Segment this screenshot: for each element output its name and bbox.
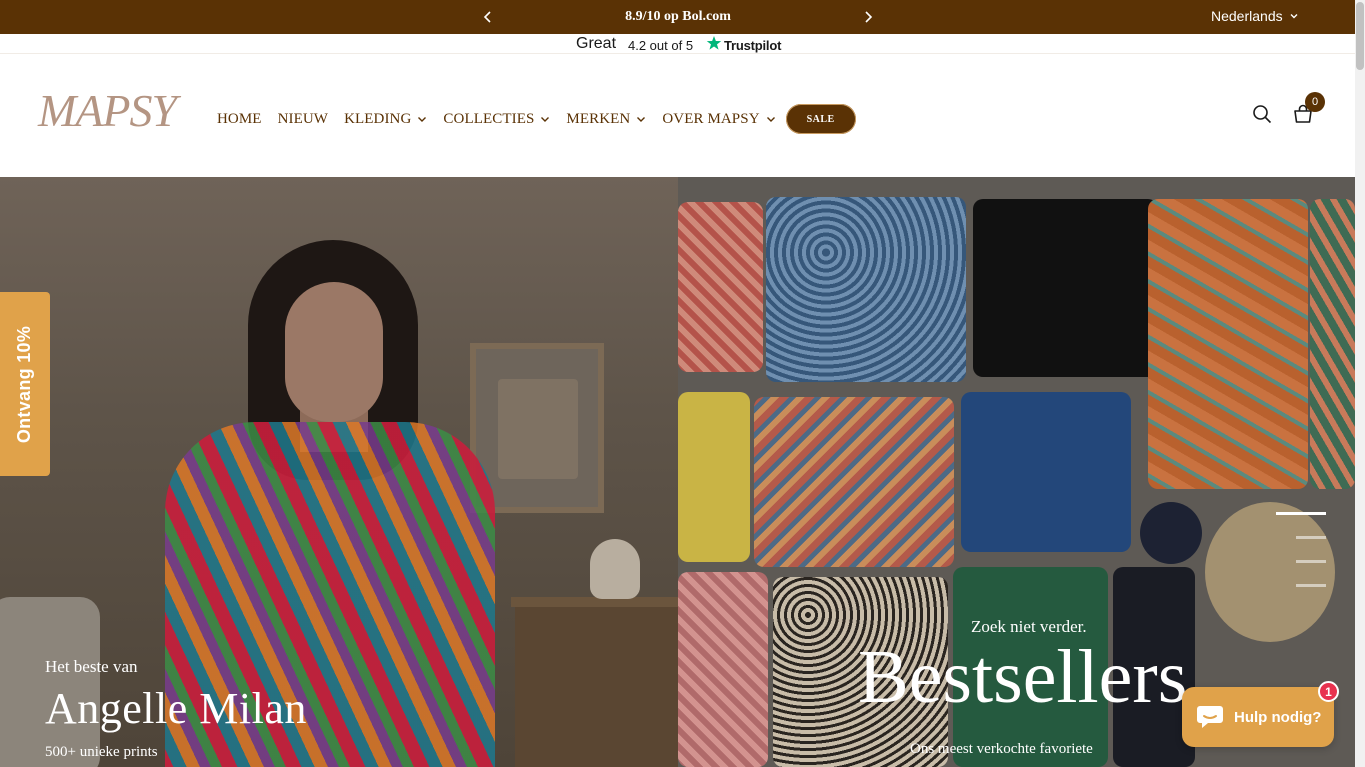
main-navigation: HOME NIEUW KLEDING COLLECTIES MERKEN OVE…	[217, 104, 856, 134]
hero-left-subtitle: 500+ unieke prints	[45, 744, 158, 760]
garment-hat-navy	[1140, 502, 1202, 564]
chevron-down-icon	[1290, 14, 1298, 19]
garment-floral-cardigan	[754, 397, 954, 567]
discount-tab-label: Ontvang 10%	[14, 325, 35, 443]
nav-item-collecties[interactable]: COLLECTIES	[443, 111, 550, 128]
slide-dot[interactable]	[1296, 536, 1326, 539]
nav-item-over-mapsy[interactable]: OVER MAPSY	[662, 111, 775, 128]
slide-dot[interactable]	[1296, 560, 1326, 563]
trustpilot-widget[interactable]: Great 4.2 out of 5 Trustpilot	[0, 34, 1355, 54]
next-announcement-button[interactable]	[859, 8, 877, 26]
help-chat-button[interactable]: Hulp nodig?	[1182, 687, 1334, 747]
slide-dot[interactable]	[1276, 512, 1326, 515]
announcement-bar: 8.9/10 op Bol.com Nederlands	[0, 0, 1355, 34]
search-icon[interactable]	[1252, 104, 1272, 124]
nav-item-kleding[interactable]: KLEDING	[344, 111, 427, 128]
side-table-decor	[511, 597, 678, 767]
garment-pink-tee	[678, 572, 768, 767]
trustpilot-score: 4.2 out of 5	[628, 38, 694, 53]
hero-right-subtitle: Ons meest verkochte favoriete	[910, 741, 1093, 757]
nav-item-label: KLEDING	[344, 110, 412, 127]
site-header: MAPSY HOME NIEUW KLEDING COLLECTIES MERK…	[0, 54, 1355, 177]
chevron-right-icon	[865, 11, 873, 23]
hero-caption-left: Het beste van Angelle Milan 500+ unieke …	[45, 657, 307, 761]
language-label: Nederlands	[1211, 8, 1283, 24]
hero-left-eyebrow: Het beste van	[45, 657, 138, 676]
garment-black-tee	[973, 199, 1158, 377]
trustpilot-star-icon	[706, 36, 722, 50]
chevron-down-icon	[766, 117, 775, 122]
chevron-down-icon	[418, 117, 427, 122]
nav-item-label: HOME	[217, 110, 262, 127]
nav-item-nieuw[interactable]: NIEUW	[278, 111, 328, 128]
chevron-down-icon	[637, 117, 646, 122]
vase-decor	[590, 539, 640, 599]
nav-item-label: MERKEN	[566, 110, 631, 127]
hero-left-title[interactable]: Angelle Milan	[45, 683, 307, 734]
garment-green-print-edge	[1310, 199, 1355, 489]
site-logo[interactable]: MAPSY	[38, 88, 177, 134]
hero-right-title[interactable]: Bestsellers	[858, 639, 1187, 715]
slide-dot[interactable]	[1296, 584, 1326, 587]
nav-item-label: OVER MAPSY	[662, 110, 760, 127]
cart-count-badge: 0	[1305, 92, 1325, 112]
slideshow-pagination	[1276, 512, 1326, 608]
chevron-down-icon	[541, 117, 550, 122]
help-chat-label: Hulp nodig?	[1234, 708, 1322, 726]
announcement-message[interactable]: 8.9/10 op Bol.com	[560, 9, 796, 25]
hero-slideshow: Het beste van Angelle Milan 500+ unieke …	[0, 177, 1355, 767]
trustpilot-rating-word: Great	[576, 35, 617, 52]
hero-caption-right: Zoek niet verder. Bestsellers Ons meest …	[858, 617, 1187, 758]
garment-red-print	[678, 202, 763, 372]
chat-bubble-icon	[1197, 706, 1223, 728]
nav-item-label: COLLECTIES	[443, 110, 535, 127]
garment-orange-dress	[1148, 199, 1308, 489]
discount-side-tab[interactable]: Ontvang 10%	[0, 292, 50, 476]
garment-blue-print	[766, 197, 966, 382]
nav-item-merken[interactable]: MERKEN	[566, 111, 646, 128]
nav-item-home[interactable]: HOME	[217, 111, 262, 128]
garment-blue-top	[961, 392, 1131, 552]
scrollbar-thumb[interactable]	[1356, 2, 1364, 70]
trustpilot-brand: Trustpilot	[724, 38, 782, 53]
model-face	[285, 282, 383, 422]
page-scrollbar[interactable]	[1355, 0, 1365, 767]
hero-right-eyebrow: Zoek niet verder.	[971, 617, 1087, 636]
previous-announcement-button[interactable]	[479, 8, 497, 26]
language-selector[interactable]: Nederlands	[1211, 8, 1299, 24]
chat-notification-badge: 1	[1318, 681, 1339, 702]
chevron-left-icon	[483, 11, 491, 23]
garment-yellow-tee	[678, 392, 750, 562]
nav-item-label: NIEUW	[277, 110, 329, 127]
sale-button[interactable]: SALE	[785, 104, 856, 134]
